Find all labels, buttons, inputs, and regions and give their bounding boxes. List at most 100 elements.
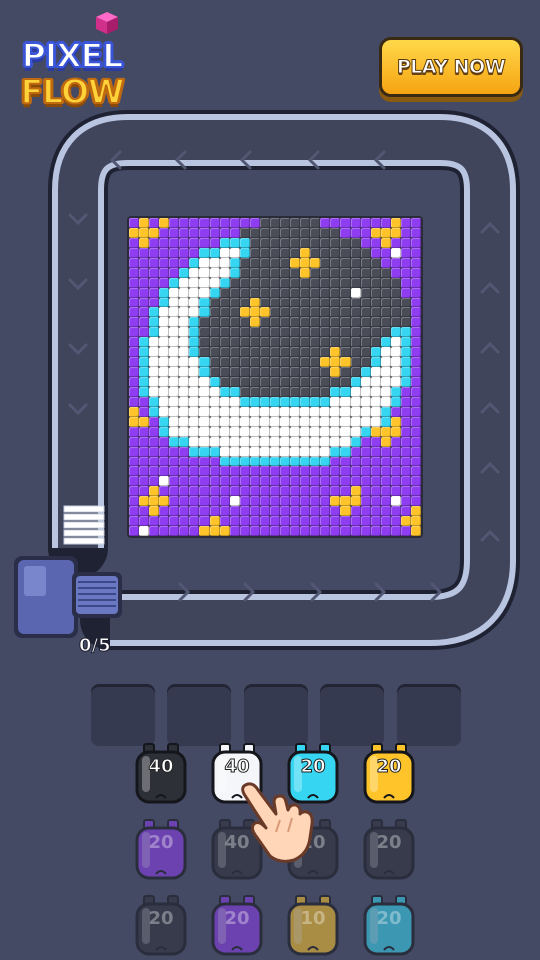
pixel-cell	[340, 516, 351, 527]
pixel-cell	[300, 416, 311, 427]
pixel-cell	[380, 218, 391, 228]
pixel-cell	[219, 456, 230, 467]
pixel-cell	[360, 347, 371, 358]
holding-slot[interactable]	[91, 684, 155, 746]
pixel-cell	[390, 237, 401, 248]
pixel-cell	[209, 287, 220, 298]
pixel-cell	[300, 436, 311, 447]
pixel-cell	[219, 287, 230, 298]
pixel-cell	[320, 506, 331, 517]
yarn-bottle[interactable]: 40	[134, 742, 188, 808]
pixel-cell	[219, 317, 230, 328]
pixel-cell	[209, 506, 220, 517]
pixel-cell	[320, 456, 331, 467]
pixel-cell	[219, 526, 230, 536]
pixel-cell	[340, 247, 351, 258]
pixel-cell	[209, 327, 220, 338]
pixel-cell	[259, 406, 270, 417]
pixel-cell	[269, 396, 281, 407]
pixel-cell	[139, 218, 150, 228]
pixel-cell	[249, 406, 260, 417]
holding-slot[interactable]	[167, 684, 231, 746]
pixel-cell	[239, 406, 250, 417]
holding-slot[interactable]	[397, 684, 461, 746]
yarn-bottle[interactable]: 20	[134, 818, 188, 884]
pixel-cell	[199, 506, 210, 517]
pixel-cell	[330, 377, 341, 387]
pixel-cell	[239, 257, 250, 268]
pixel-cell	[169, 516, 180, 527]
pixel-cell	[360, 386, 371, 397]
pixel-cell	[390, 516, 401, 527]
pixel-cell	[370, 218, 381, 228]
pixel-cell	[179, 396, 190, 407]
pixel-cell	[189, 287, 200, 298]
pixel-grid	[129, 218, 421, 536]
pixel-cell	[219, 257, 230, 268]
pixel-cell	[380, 386, 391, 397]
holding-slot[interactable]	[244, 684, 308, 746]
pixel-cell	[300, 506, 311, 517]
pixel-cell	[149, 436, 160, 447]
holding-slot[interactable]	[320, 684, 384, 746]
pixel-cell	[269, 466, 281, 477]
pixel-cell	[280, 466, 291, 477]
pixel-cell	[330, 406, 341, 417]
pixel-cell	[159, 327, 170, 338]
pixel-cell	[300, 277, 311, 288]
pixel-cell	[149, 267, 160, 278]
pixel-cell	[179, 297, 190, 308]
yarn-bottle[interactable]: 20	[210, 894, 264, 960]
pixel-cell	[179, 476, 190, 487]
pixel-cell	[290, 347, 301, 358]
pixel-cell	[340, 426, 351, 437]
pixel-cell	[410, 377, 421, 387]
pixel-cell	[310, 257, 321, 268]
yarn-bottle[interactable]: 20	[362, 894, 416, 960]
pixel-cell	[209, 317, 220, 328]
pixel-cell	[149, 347, 160, 358]
pixel-cell	[199, 446, 210, 457]
pixel-cell	[280, 516, 291, 527]
pixel-cell	[310, 227, 321, 238]
pixel-cell	[269, 506, 281, 517]
pixel-cell	[239, 396, 250, 407]
pixel-cell	[380, 446, 391, 457]
pixel-cell	[290, 337, 301, 348]
pixel-cell	[269, 227, 281, 238]
pixel-cell	[229, 257, 240, 268]
yarn-bottle[interactable]: 20	[362, 818, 416, 884]
pixel-cell	[310, 237, 321, 248]
pixel-cell	[189, 396, 200, 407]
pixel-cell	[259, 287, 270, 298]
pixel-cell	[390, 426, 401, 437]
pixel-cell	[159, 367, 170, 377]
pixel-cell	[400, 466, 411, 477]
pixel-cell	[159, 466, 170, 477]
pixel-cell	[149, 396, 160, 407]
pixel-cell	[199, 396, 210, 407]
pixel-cell	[259, 367, 270, 377]
pixel-cell	[360, 267, 371, 278]
pixel-cell	[320, 218, 331, 228]
yarn-bottle[interactable]: 10	[286, 894, 340, 960]
pixel-cell	[350, 277, 361, 288]
pixel-cell	[400, 277, 411, 288]
pixel-cell	[320, 297, 331, 308]
pixel-cell	[159, 357, 170, 368]
pixel-cell	[199, 307, 210, 318]
yarn-bottle[interactable]: 20	[362, 742, 416, 808]
pixel-cell	[159, 237, 170, 248]
pixel-cell	[229, 386, 240, 397]
pixel-cell	[340, 486, 351, 497]
pixel-cell	[239, 287, 250, 298]
pixel-cell	[169, 456, 180, 467]
pixel-cell	[370, 317, 381, 328]
yarn-bottle[interactable]: 20	[134, 894, 188, 960]
pixel-cell	[269, 496, 281, 507]
pixel-cell	[259, 446, 270, 457]
pixel-cell	[300, 218, 311, 228]
pixel-cell	[320, 237, 331, 248]
pixel-cell	[410, 317, 421, 328]
pixel-cell	[129, 267, 140, 278]
